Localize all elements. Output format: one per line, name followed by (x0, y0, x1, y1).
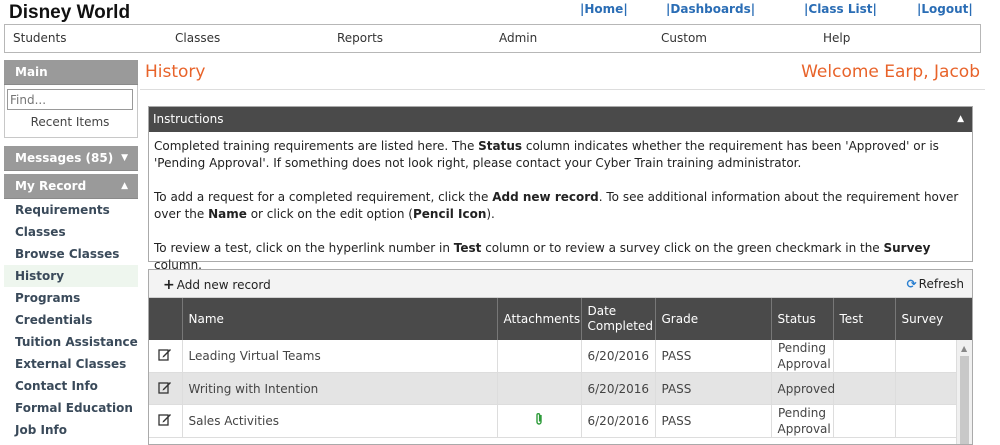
plus-icon: + (163, 277, 175, 293)
title-divider (140, 89, 985, 90)
menu-custom[interactable]: Custom (661, 31, 707, 45)
pencil-icon[interactable] (149, 340, 183, 373)
main-menu: Students Classes Reports Admin Custom He… (4, 24, 981, 53)
column-header-date-completed[interactable]: Date Completed (581, 298, 656, 340)
row-status: Pending Approval (771, 404, 834, 438)
row-name[interactable]: Writing with Intention (182, 372, 498, 405)
column-header-test[interactable]: Test (833, 298, 896, 340)
recent-items-link[interactable]: Recent Items (5, 115, 135, 129)
home-link[interactable]: |Home| (580, 2, 628, 16)
sidebar-item-tuition-assistance[interactable]: Tuition Assistance (4, 331, 138, 353)
sidebar-item-browse-classes[interactable]: Browse Classes (4, 243, 138, 265)
welcome-text: Welcome Earp, Jacob (801, 62, 980, 82)
row-survey (895, 372, 958, 405)
vertical-scrollbar[interactable]: ▲ (956, 340, 972, 444)
messages-label: Messages (85) (15, 151, 114, 165)
row-survey (895, 340, 958, 373)
menu-classes[interactable]: Classes (175, 31, 220, 45)
sidebar-item-history[interactable]: History (4, 265, 138, 287)
column-header-survey[interactable]: Survey (895, 298, 958, 340)
history-table: Name Attachments Date Completed Grade St… (149, 298, 958, 438)
dashboards-link[interactable]: |Dashboards| (666, 2, 755, 16)
column-header-status[interactable]: Status (771, 298, 834, 340)
sidebar-item-credentials[interactable]: Credentials (4, 309, 138, 331)
grid-toolbar: + Add new record ⟳ Refresh (149, 270, 972, 298)
sidebar-item-job-info[interactable]: Job Info (4, 419, 138, 441)
row-grade: PASS (655, 372, 772, 405)
refresh-icon: ⟳ (906, 277, 917, 291)
row-attachment (497, 340, 582, 373)
row-survey (895, 404, 958, 438)
sidebar-item-requirements[interactable]: Requirements (4, 199, 138, 221)
column-header-edit (149, 298, 183, 340)
row-grade: PASS (655, 340, 772, 373)
sidebar-messages-header[interactable]: Messages (85) ▼ (4, 146, 138, 171)
row-test (833, 340, 896, 373)
column-header-name[interactable]: Name (182, 298, 498, 340)
sidebar-main-label: Main (15, 65, 48, 79)
instructions-title: Instructions (153, 112, 224, 126)
row-status: Pending Approval (771, 340, 834, 373)
table-row[interactable]: Writing with Intention 6/20/2016 PASS Ap… (149, 372, 958, 405)
logout-link[interactable]: |Logout| (917, 2, 973, 16)
add-new-record-button[interactable]: + Add new record (163, 277, 271, 293)
my-record-label: My Record (15, 179, 87, 193)
sidebar-item-programs[interactable]: Programs (4, 287, 138, 309)
chevron-down-icon: ▼ (121, 153, 128, 163)
instructions-paragraph: To add a request for a completed require… (154, 190, 959, 221)
history-grid: + Add new record ⟳ Refresh Name Attachment… (148, 269, 973, 445)
table-row[interactable]: Leading Virtual Teams 6/20/2016 PASS Pen… (149, 340, 958, 373)
sidebar-item-contact-info[interactable]: Contact Info (4, 375, 138, 397)
row-date: 6/20/2016 (581, 372, 656, 405)
page-title: History (145, 62, 206, 82)
sidebar-item-list: Requirements Classes Browse Classes Hist… (4, 199, 138, 441)
menu-help[interactable]: Help (823, 31, 850, 45)
row-status: Approved (771, 372, 835, 405)
paperclip-icon[interactable] (534, 413, 544, 429)
table-header-row: Name Attachments Date Completed Grade St… (149, 298, 958, 340)
scroll-up-icon[interactable]: ▲ (961, 344, 967, 353)
top-links: |Home| |Dashboards| |Class List| |Logout… (0, 2, 1000, 18)
instructions-paragraph: Completed training requirements are list… (154, 139, 939, 170)
find-panel: Recent Items (4, 85, 138, 138)
sidebar: Main Recent Items Messages (85) ▼ My Rec… (4, 60, 138, 445)
class-list-link[interactable]: |Class List| (804, 2, 877, 16)
column-header-grade[interactable]: Grade (655, 298, 772, 340)
instructions-header[interactable]: Instructions ▲ (149, 107, 972, 132)
sidebar-main-header: Main (4, 60, 138, 85)
sidebar-item-external-classes[interactable]: External Classes (4, 353, 138, 375)
refresh-button[interactable]: ⟳ Refresh (907, 277, 964, 291)
column-header-attachments[interactable]: Attachments (497, 298, 582, 340)
sidebar-item-formal-education[interactable]: Formal Education (4, 397, 138, 419)
row-name[interactable]: Leading Virtual Teams (182, 340, 498, 373)
row-date: 6/20/2016 (581, 404, 656, 438)
row-test (833, 404, 896, 438)
chevron-up-icon: ▲ (121, 181, 128, 191)
sidebar-item-classes[interactable]: Classes (4, 221, 138, 243)
row-test (833, 372, 896, 405)
row-name[interactable]: Sales Activities (182, 404, 498, 438)
menu-students[interactable]: Students (13, 31, 67, 45)
table-row[interactable]: Sales Activities 6/20/2016 PASS Pending … (149, 404, 958, 438)
instructions-body: Completed training requirements are list… (149, 132, 972, 280)
row-attachment (497, 372, 582, 405)
row-grade: PASS (655, 404, 772, 438)
menu-reports[interactable]: Reports (337, 31, 383, 45)
chevron-up-icon[interactable]: ▲ (957, 107, 964, 132)
sidebar-my-record-header[interactable]: My Record ▲ (4, 174, 138, 199)
row-attachment[interactable] (497, 404, 582, 438)
pencil-icon[interactable] (149, 372, 183, 405)
menu-admin[interactable]: Admin (499, 31, 537, 45)
instructions-panel: Instructions ▲ Completed training requir… (148, 106, 973, 272)
scrollbar-thumb[interactable] (960, 356, 969, 444)
pencil-icon[interactable] (149, 404, 183, 438)
header-scroll-spacer (956, 298, 972, 340)
row-date: 6/20/2016 (581, 340, 656, 373)
find-input[interactable] (7, 89, 133, 110)
